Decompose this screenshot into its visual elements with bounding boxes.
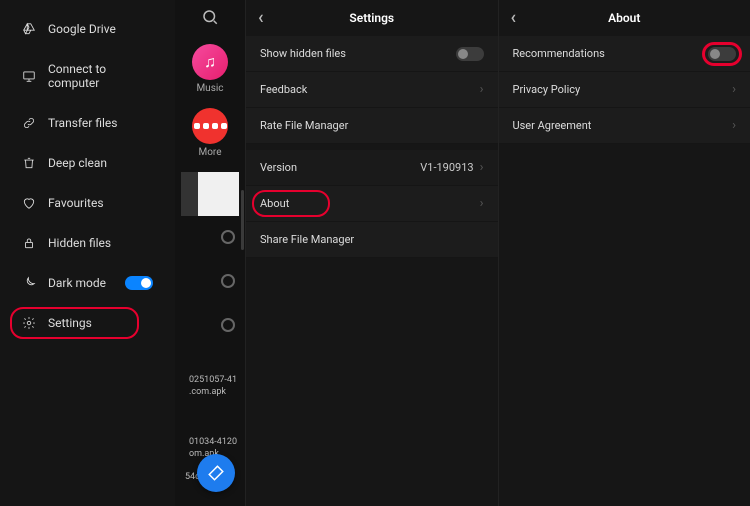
sidebar-item-label: Favourites <box>48 196 104 210</box>
app-music[interactable]: ♫ Music <box>192 44 228 94</box>
sidebar-item-hidden-files[interactable]: Hidden files <box>0 234 175 252</box>
select-radio[interactable] <box>221 318 235 332</box>
row-label: Feedback <box>260 83 307 96</box>
sidebar-item-label: Deep clean <box>48 156 107 170</box>
sidebar-item-label: Connect to computer <box>48 62 153 90</box>
chevron-right-icon: › <box>480 82 484 97</box>
sidebar-item-label: Transfer files <box>48 116 117 130</box>
sidebar-item-deep-clean[interactable]: Deep clean <box>0 154 175 172</box>
row-label: Rate File Manager <box>260 119 348 132</box>
toggle-show-hidden[interactable] <box>456 47 484 61</box>
panel-title: Settings <box>349 11 394 25</box>
dark-mode-toggle[interactable] <box>125 276 153 290</box>
file-chip[interactable]: 0251057-41 .com.apk <box>175 374 245 398</box>
settings-panel: ‹ Settings Show hidden files Feedback › … <box>245 0 498 506</box>
row-user-agreement[interactable]: User Agreement › <box>499 108 750 144</box>
row-privacy[interactable]: Privacy Policy › <box>499 72 750 108</box>
app-label: More <box>198 147 221 158</box>
row-show-hidden[interactable]: Show hidden files <box>246 36 498 72</box>
row-label: User Agreement <box>513 119 592 132</box>
row-label: Version <box>260 161 297 174</box>
about-panel: ‹ About Recommendations Privacy Policy ›… <box>498 0 750 506</box>
toggle-recommendations[interactable] <box>708 47 736 61</box>
row-about[interactable]: About › <box>246 186 498 222</box>
file-thumbnail[interactable] <box>181 172 239 216</box>
back-button[interactable]: ‹ <box>258 9 264 27</box>
gear-icon <box>22 316 36 330</box>
link-icon <box>22 116 36 130</box>
sidebar-item-favourites[interactable]: Favourites <box>0 194 175 212</box>
row-label: About <box>260 197 289 210</box>
sidebar-item-google-drive[interactable]: Google Drive <box>0 20 175 38</box>
computer-icon <box>22 69 36 83</box>
row-rate[interactable]: Rate File Manager <box>246 108 498 144</box>
version-value: V1-190913 <box>420 161 473 174</box>
sidebar-item-dark-mode[interactable]: Dark mode <box>0 274 175 292</box>
drive-icon <box>22 22 36 36</box>
lock-icon <box>22 236 36 250</box>
sidebar-item-connect-computer[interactable]: Connect to computer <box>0 60 175 92</box>
select-radio[interactable] <box>221 230 235 244</box>
panel-header: ‹ About <box>499 0 750 36</box>
sidebar-item-label: Google Drive <box>48 22 116 36</box>
sidebar-item-label: Hidden files <box>48 236 111 250</box>
sidebar-item-label: Dark mode <box>48 276 106 290</box>
scrollbar[interactable] <box>241 190 244 250</box>
row-share[interactable]: Share File Manager <box>246 222 498 258</box>
file-strip: ♫ Music More 0251057-41 .com.apk 01034-4… <box>175 0 245 506</box>
row-feedback[interactable]: Feedback › <box>246 72 498 108</box>
chevron-right-icon: › <box>732 82 736 97</box>
search-icon[interactable] <box>201 8 219 30</box>
music-icon: ♫ <box>192 44 228 80</box>
heart-icon <box>22 196 36 210</box>
select-radio[interactable] <box>221 274 235 288</box>
sidebar: Google Drive Connect to computer Transfe… <box>0 0 175 506</box>
moon-icon <box>22 276 36 290</box>
chevron-right-icon: › <box>480 196 484 211</box>
app-label: Music <box>196 83 223 94</box>
row-label: Show hidden files <box>260 47 346 60</box>
panel-header: ‹ Settings <box>246 0 498 36</box>
panel-title: About <box>608 11 640 25</box>
row-label: Privacy Policy <box>513 83 581 96</box>
trash-icon <box>22 156 36 170</box>
row-label: Share File Manager <box>260 233 354 246</box>
sidebar-item-label: Settings <box>48 316 92 330</box>
row-version: Version V1-190913 › <box>246 150 498 186</box>
sidebar-item-transfer-files[interactable]: Transfer files <box>0 114 175 132</box>
chevron-right-icon: › <box>732 118 736 133</box>
chevron-right-icon: › <box>480 160 484 175</box>
fab-clean[interactable] <box>197 454 235 492</box>
row-recommendations[interactable]: Recommendations <box>499 36 750 72</box>
back-button[interactable]: ‹ <box>511 9 517 27</box>
sidebar-item-settings[interactable]: Settings <box>0 314 175 332</box>
grid-icon <box>192 108 228 144</box>
row-label: Recommendations <box>513 47 605 60</box>
app-more[interactable]: More <box>192 108 228 158</box>
